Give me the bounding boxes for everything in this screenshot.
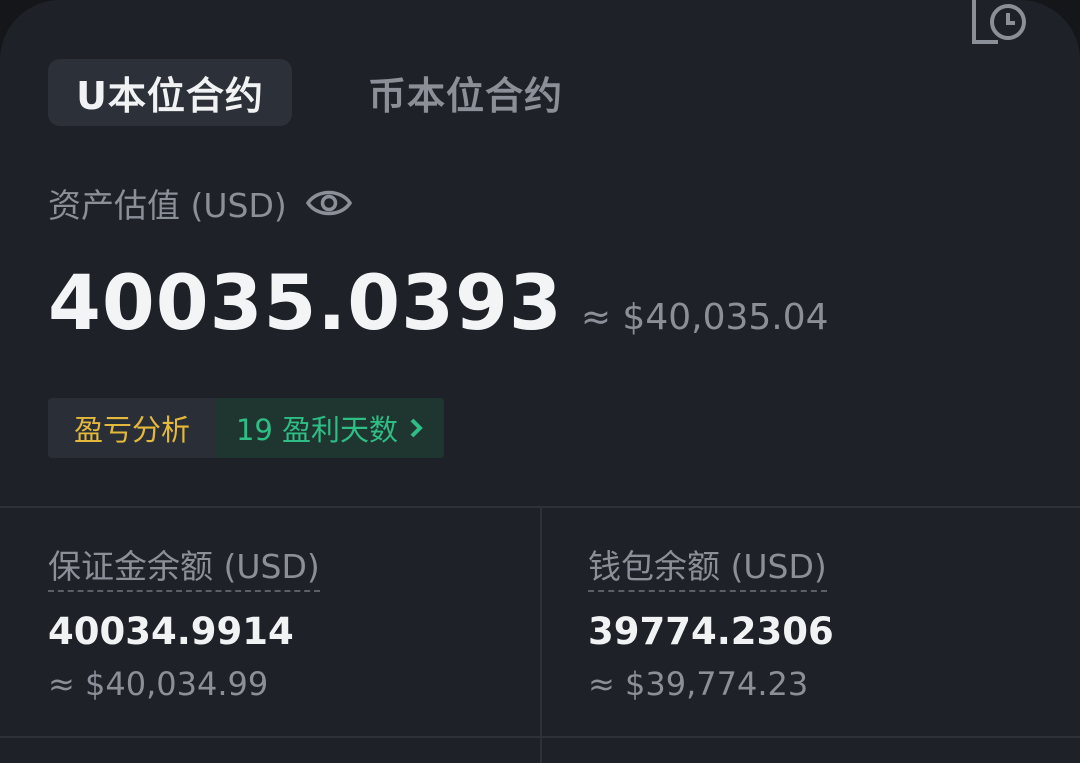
asset-estimate-usd-approx: ≈ $40,035.04 (580, 297, 829, 338)
chevron-right-icon (410, 418, 423, 438)
profit-days-label: 19 盈利天数 (235, 413, 399, 447)
eye-icon[interactable] (305, 183, 353, 223)
section-divider-bottom (0, 736, 1080, 738)
asset-estimate-values: 40035.0393 ≈ $40,035.04 (48, 258, 829, 347)
asset-estimate-header: 资产估值 (USD) (48, 178, 353, 228)
wallet-balance-cell: 钱包余额 (USD) 39774.2306 ≈ $39,774.23 (588, 540, 834, 703)
futures-account-card: U本位合约 币本位合约 资产估值 (USD) 40035.0393 ≈ $40,… (0, 0, 1080, 763)
margin-balance-label[interactable]: 保证金余额 (USD) (48, 540, 320, 592)
tab-coin-margined[interactable]: 币本位合约 (368, 59, 563, 126)
asset-estimate-value: 40035.0393 (48, 258, 563, 347)
history-clock-icon[interactable] (968, 0, 1032, 48)
wallet-balance-value: 39774.2306 (588, 610, 834, 653)
margin-balance-cell: 保证金余额 (USD) 40034.9914 ≈ $40,034.99 (48, 540, 320, 703)
contract-type-tabs: U本位合约 币本位合约 (48, 59, 563, 126)
tab-usdt-margined[interactable]: U本位合约 (48, 59, 292, 126)
pnl-analysis-label: 盈亏分析 (48, 398, 216, 458)
wallet-balance-usd-approx: ≈ $39,774.23 (588, 665, 809, 703)
wallet-balance-label[interactable]: 钱包余额 (USD) (588, 540, 827, 592)
column-divider (540, 508, 542, 763)
profit-days-link[interactable]: 19 盈利天数 (216, 398, 444, 458)
pnl-analysis-pill[interactable]: 盈亏分析 19 盈利天数 (48, 398, 444, 458)
asset-estimate-label: 资产估值 (USD) (48, 186, 287, 225)
margin-balance-value: 40034.9914 (48, 610, 294, 653)
margin-balance-usd-approx: ≈ $40,034.99 (48, 665, 269, 703)
